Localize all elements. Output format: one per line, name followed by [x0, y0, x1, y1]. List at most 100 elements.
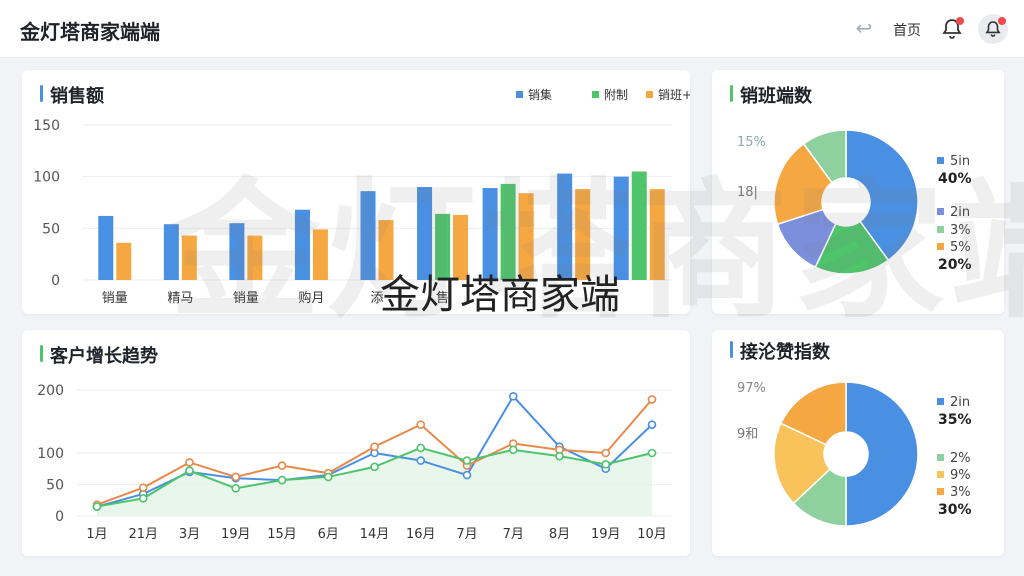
- series-point: [462, 456, 472, 465]
- legend-label: 3%: [950, 485, 971, 500]
- x-tick-label: 7月: [456, 527, 477, 542]
- y-tick-label: 50: [42, 221, 60, 237]
- legend-swatch: [937, 471, 944, 478]
- series-point: [416, 456, 426, 465]
- legend-swatch: [937, 243, 944, 250]
- series-point: [138, 494, 148, 503]
- bar: [557, 173, 573, 280]
- x-tick-label: 19月: [221, 527, 251, 542]
- y-tick-label: 200: [37, 383, 64, 399]
- series-point: [231, 472, 241, 482]
- bar: [575, 189, 591, 280]
- legend-swatch: [937, 208, 944, 215]
- bell-icon[interactable]: [940, 17, 964, 41]
- growth-card: 客户增长趋势 0 50 100 200 1月 21月 3月 19月 15月 6月 14月 16月 7月 7…: [22, 330, 690, 556]
- series-point: [555, 451, 564, 461]
- bar: [116, 242, 132, 280]
- notification-dot: [956, 17, 964, 25]
- slice-label: 18|: [737, 185, 758, 200]
- legend-swatch: [937, 157, 944, 164]
- series-point: [416, 420, 426, 429]
- series-point: [370, 462, 379, 472]
- bar: [518, 193, 534, 280]
- growth-line-chart: 0 50 100 200 1月 21月 3月 19月 15月 6月 14月 16月 7月 7月 8月 19月 1…: [37, 383, 672, 542]
- bar: [435, 213, 451, 280]
- legend-value: 20%: [938, 257, 972, 273]
- series-point: [601, 460, 611, 469]
- x-tick-label: 售: [436, 290, 449, 306]
- sales-card: 销售额 销集 附制 销班+ 0 50 100 150 销量 精马 销量 购月添售: [22, 70, 690, 314]
- bar: [229, 223, 245, 280]
- bar: [631, 171, 647, 280]
- x-tick-label: 21月: [128, 527, 158, 542]
- series-point: [185, 458, 194, 467]
- y-tick-label: 100: [33, 170, 60, 186]
- legend-swatch: [937, 226, 944, 233]
- home-link[interactable]: 首页: [893, 20, 921, 40]
- bar: [312, 229, 328, 280]
- bar: [378, 220, 394, 280]
- legend-label: 销集: [528, 87, 552, 102]
- x-tick-label: 精马: [167, 291, 193, 306]
- bar: [247, 235, 263, 280]
- avatar-badge-dot: [998, 17, 1006, 25]
- series-point: [277, 461, 287, 470]
- legend-label: 2in: [950, 205, 970, 220]
- x-tick-label: 3月: [179, 527, 200, 542]
- series-point: [277, 475, 287, 485]
- bar: [360, 191, 376, 280]
- series-point: [416, 443, 426, 453]
- index-donut-chart: 97% 9和 2in 35% 2% 9% 3% 30%: [737, 381, 972, 527]
- legend-value: 40%: [938, 171, 972, 187]
- legend-swatch: [937, 398, 944, 405]
- terminal-count-card: 销班端数 15% 18| 5in 40% 2in 3% 5% 20%: [712, 70, 1004, 314]
- legend-label: 附制: [604, 88, 628, 102]
- legend-swatch: [646, 91, 653, 98]
- series-point: [508, 392, 518, 401]
- series-point: [601, 448, 611, 458]
- legend-swatch: [592, 91, 599, 98]
- x-tick-label: 销量: [102, 291, 128, 306]
- legend-label: 5in: [950, 154, 970, 169]
- bar: [500, 183, 516, 280]
- series-point: [647, 420, 657, 429]
- bar: [417, 187, 433, 280]
- x-tick-label: 添: [370, 291, 383, 306]
- donut-slice: [845, 381, 919, 527]
- legend-label: 9%: [950, 468, 971, 483]
- legend-label: 销班+: [658, 88, 690, 102]
- bar: [294, 209, 310, 280]
- slice-label: 15%: [737, 135, 766, 150]
- y-tick-label: 0: [55, 509, 64, 525]
- series-point: [185, 466, 194, 475]
- series-point: [231, 483, 241, 493]
- series-point: [92, 502, 102, 511]
- y-tick-label: 150: [33, 118, 60, 134]
- legend-label: 3%: [950, 223, 971, 238]
- x-tick-label: 8月: [549, 527, 570, 542]
- index-card: 接沦赞指数 97% 9和 2in 35% 2% 9% 3% 30%: [712, 330, 1004, 556]
- legend-value: 35%: [938, 412, 972, 428]
- x-tick-label: 10月: [637, 527, 667, 542]
- x-tick-label: 14月: [360, 527, 390, 542]
- bar: [613, 176, 629, 280]
- bar: [163, 224, 179, 280]
- x-tick-label: 6月: [318, 527, 339, 542]
- back-arrow-icon[interactable]: ↩: [853, 17, 875, 39]
- series-point: [323, 472, 333, 482]
- avatar[interactable]: [978, 14, 1008, 44]
- bar: [98, 215, 114, 280]
- series-point: [647, 448, 657, 458]
- legend-label: 2%: [950, 451, 971, 466]
- x-tick-label: 销量: [233, 291, 259, 306]
- bar: [453, 214, 469, 280]
- slice-label: 97%: [737, 381, 766, 396]
- slice-label: 9和: [737, 427, 758, 442]
- series-point: [647, 395, 657, 404]
- series-point: [462, 470, 472, 480]
- y-tick-label: 50: [46, 478, 64, 494]
- x-tick-label: 1月: [86, 527, 107, 542]
- legend-label: 5%: [950, 240, 971, 255]
- x-tick-label: 19月: [591, 527, 621, 542]
- y-tick-label: 0: [51, 273, 60, 289]
